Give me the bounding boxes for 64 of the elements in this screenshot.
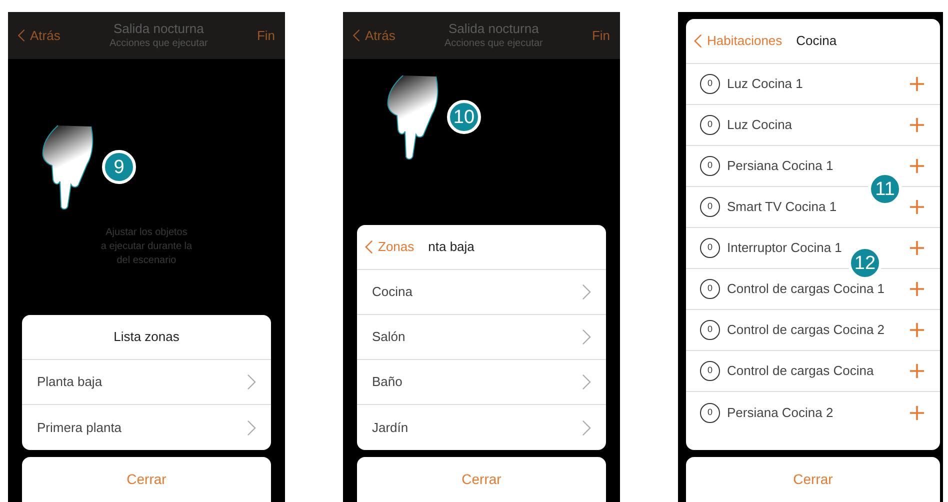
add-button[interactable] (908, 116, 926, 134)
close-button[interactable]: Cerrar (686, 457, 940, 502)
back-chevron-icon (353, 29, 360, 42)
hint-text: del escenario (116, 254, 176, 268)
plus-icon (910, 159, 924, 173)
sheet-title: Cocina (796, 32, 837, 50)
plus-icon (910, 406, 924, 420)
chevron-right-icon (582, 420, 591, 436)
plus-icon (910, 77, 924, 91)
add-button[interactable] (908, 280, 926, 298)
list-item[interactable]: Baño (357, 360, 606, 405)
add-button[interactable] (908, 404, 926, 422)
back-link[interactable]: Zonas (365, 237, 414, 257)
back-link[interactable]: Atrás (353, 26, 396, 46)
back-link[interactable]: Atrás (18, 26, 60, 46)
chevron-right-icon (582, 374, 591, 390)
list-item[interactable]: Cocina (357, 270, 606, 315)
done-link[interactable]: Fin (592, 26, 610, 46)
chevron-right-icon (582, 284, 591, 300)
object-label: Interruptor Cocina 1 (727, 239, 843, 258)
add-button[interactable] (908, 198, 926, 216)
chevron-right-icon (247, 420, 256, 436)
step-badge: 10 (447, 100, 481, 134)
add-button[interactable] (908, 321, 926, 339)
list-item[interactable]: Jardín (357, 405, 606, 450)
object-label: Luz Cocina (727, 116, 794, 134)
add-button[interactable] (908, 239, 926, 257)
object-label: Luz Cocina 1 (727, 75, 804, 94)
plus-icon (910, 282, 924, 296)
plus-icon (910, 241, 924, 255)
add-button[interactable] (908, 157, 926, 175)
plus-icon (910, 118, 924, 132)
back-link[interactable]: Habitaciones (694, 31, 782, 51)
screen-subtitle: Acciones que ejecutar (444, 37, 543, 50)
list-item[interactable]: Primera planta (22, 405, 271, 450)
sheet-title: nta baja (428, 238, 474, 256)
object-label: Control de cargas Cocina 2 (727, 321, 886, 340)
chevron-right-icon (247, 374, 256, 390)
sheet-title: Lista zonas (114, 328, 180, 346)
screen-title: Salida nocturna (113, 21, 204, 37)
back-chevron-icon (694, 34, 702, 48)
close-button[interactable]: Cerrar (22, 457, 271, 502)
plus-icon (910, 200, 924, 214)
object-label: Persiana Cocina 1 (727, 157, 834, 176)
plus-icon (910, 323, 924, 337)
plus-icon (910, 364, 924, 378)
object-label: Smart TV Cocina 1 (727, 198, 838, 216)
list-item[interactable]: Planta baja (22, 360, 271, 405)
screen-subtitle: Acciones que ejecutar (109, 37, 208, 50)
back-chevron-icon (365, 240, 373, 254)
done-link[interactable]: Fin (256, 26, 275, 46)
hint-text: a ejecutar durante la (100, 240, 192, 254)
chevron-right-icon (582, 329, 591, 345)
object-label: Control de cargas Cocina (727, 362, 875, 380)
add-button[interactable] (908, 362, 926, 380)
hint-text: Ajustar los objetos (106, 226, 188, 240)
screen-title: Salida nocturna (448, 21, 539, 37)
add-button[interactable] (908, 75, 926, 93)
object-label: Persiana Cocina 2 (727, 404, 834, 422)
step-badge: 9 (102, 150, 136, 184)
close-button[interactable]: Cerrar (357, 457, 606, 502)
back-chevron-icon (18, 29, 25, 42)
object-label: Control de cargas Cocina 1 (727, 280, 886, 298)
list-item[interactable]: Salón (357, 315, 606, 360)
